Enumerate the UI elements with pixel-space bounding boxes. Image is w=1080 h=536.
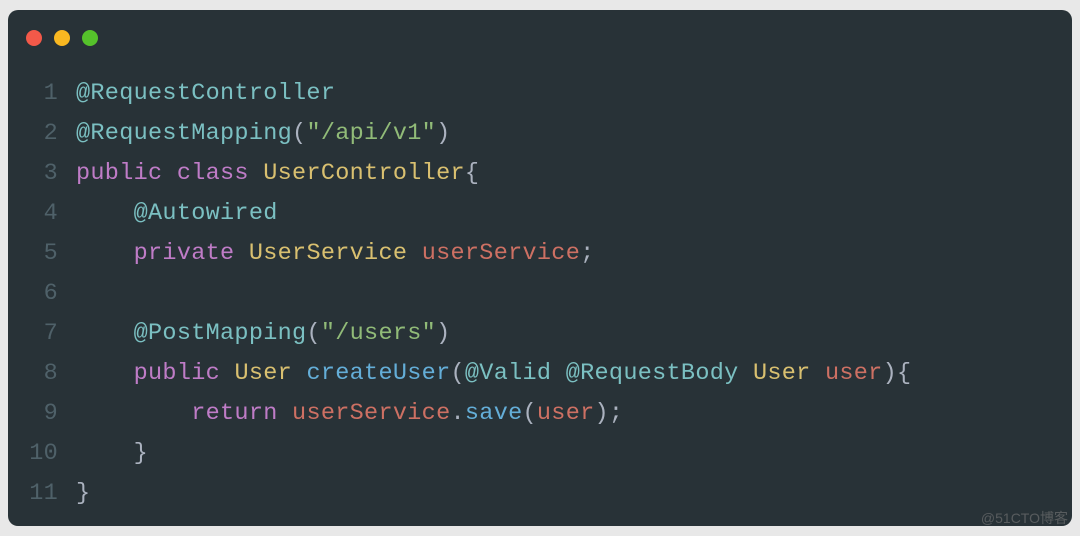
line-number: 5 <box>8 234 76 274</box>
code-window: 1@RequestController2@RequestMapping("/ap… <box>8 10 1072 526</box>
token-kw: return <box>191 400 277 427</box>
code-line: 8 public User createUser(@Valid @Request… <box>8 354 1072 394</box>
token-anno: @Autowired <box>134 200 278 227</box>
token-kw: public <box>76 160 162 187</box>
token-kw: public <box>134 360 220 387</box>
line-content: private UserService userService; <box>76 234 595 274</box>
token-default <box>249 160 263 187</box>
code-line: 2@RequestMapping("/api/v1") <box>8 114 1072 154</box>
line-number: 4 <box>8 194 76 234</box>
token-anno: @Valid <box>465 360 551 387</box>
token-default <box>811 360 825 387</box>
token-anno: @PostMapping <box>134 320 307 347</box>
line-number: 10 <box>8 434 76 474</box>
token-punct: ( <box>306 320 320 347</box>
line-number: 3 <box>8 154 76 194</box>
token-punct: ( <box>292 120 306 147</box>
window-close-icon[interactable] <box>26 30 42 46</box>
line-number: 9 <box>8 394 76 434</box>
code-line: 1@RequestController <box>8 74 1072 114</box>
token-brace: } <box>134 440 148 467</box>
code-block: 1@RequestController2@RequestMapping("/ap… <box>8 52 1072 514</box>
token-default <box>76 320 134 347</box>
token-default <box>278 400 292 427</box>
line-content: @Autowired <box>76 194 278 234</box>
code-line: 6 <box>8 274 1072 314</box>
line-content: @RequestMapping("/api/v1") <box>76 114 450 154</box>
token-punct: ) <box>883 360 897 387</box>
token-punct: ) <box>436 120 450 147</box>
token-type: User <box>753 360 811 387</box>
token-kw: class <box>177 160 249 187</box>
token-punct: ( <box>450 360 464 387</box>
token-punct: ( <box>523 400 537 427</box>
window-minimize-icon[interactable] <box>54 30 70 46</box>
token-type: UserController <box>263 160 465 187</box>
token-kw: private <box>134 240 235 267</box>
line-content: } <box>76 434 148 474</box>
line-number: 11 <box>8 474 76 514</box>
line-content: return userService.save(user); <box>76 394 623 434</box>
token-anno: @RequestController <box>76 80 335 107</box>
token-punct: ); <box>595 400 624 427</box>
token-punct: ; <box>580 240 594 267</box>
token-default <box>76 400 191 427</box>
line-number: 2 <box>8 114 76 154</box>
token-default <box>76 360 134 387</box>
token-default <box>76 440 134 467</box>
token-punct: ) <box>436 320 450 347</box>
token-default <box>76 200 134 227</box>
line-number: 6 <box>8 274 76 314</box>
code-line: 4 @Autowired <box>8 194 1072 234</box>
line-number: 8 <box>8 354 76 394</box>
token-ident: user <box>825 360 883 387</box>
line-number: 1 <box>8 74 76 114</box>
token-ident: user <box>537 400 595 427</box>
window-maximize-icon[interactable] <box>82 30 98 46</box>
token-default <box>551 360 565 387</box>
token-default <box>292 360 306 387</box>
code-line: 9 return userService.save(user); <box>8 394 1072 434</box>
token-call: save <box>465 400 523 427</box>
line-content: public class UserController{ <box>76 154 479 194</box>
token-default <box>739 360 753 387</box>
code-line: 11} <box>8 474 1072 514</box>
line-content: public User createUser(@Valid @RequestBo… <box>76 354 911 394</box>
token-ident: userService <box>422 240 580 267</box>
code-line: 7 @PostMapping("/users") <box>8 314 1072 354</box>
line-content: } <box>76 474 90 514</box>
token-anno: @RequestBody <box>566 360 739 387</box>
line-content: @RequestController <box>76 74 335 114</box>
token-brace: } <box>76 480 90 507</box>
token-str: "/users" <box>321 320 436 347</box>
token-default <box>76 240 134 267</box>
token-ident: userService <box>292 400 450 427</box>
line-content: @PostMapping("/users") <box>76 314 450 354</box>
token-punct: . <box>450 400 464 427</box>
title-bar <box>8 10 1072 52</box>
code-line: 3public class UserController{ <box>8 154 1072 194</box>
token-str: "/api/v1" <box>306 120 436 147</box>
token-type: User <box>234 360 292 387</box>
token-default <box>407 240 421 267</box>
code-line: 10 } <box>8 434 1072 474</box>
code-line: 5 private UserService userService; <box>8 234 1072 274</box>
token-default <box>234 240 248 267</box>
token-call: createUser <box>306 360 450 387</box>
token-anno: @RequestMapping <box>76 120 292 147</box>
token-brace: { <box>897 360 911 387</box>
watermark-text: @51CTO博客 <box>981 508 1068 528</box>
token-default <box>220 360 234 387</box>
line-number: 7 <box>8 314 76 354</box>
token-brace: { <box>465 160 479 187</box>
token-default <box>162 160 176 187</box>
token-type: UserService <box>249 240 407 267</box>
